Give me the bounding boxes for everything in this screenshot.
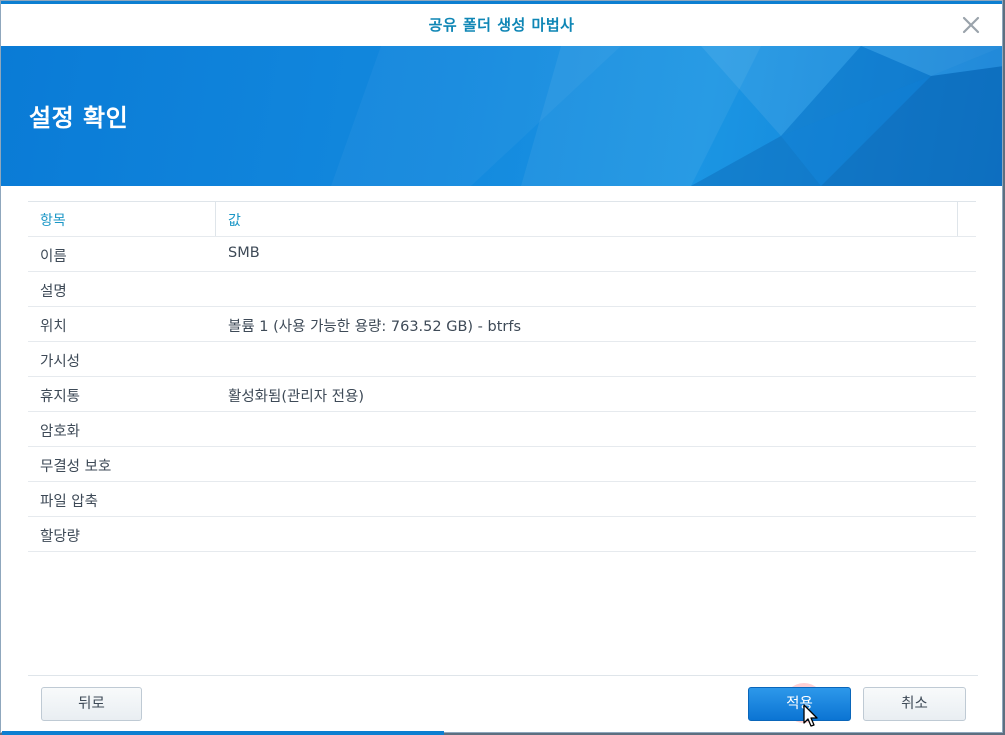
table-row[interactable]: 휴지통 활성화됨(관리자 전용) [28, 377, 976, 412]
close-icon [962, 16, 980, 34]
column-divider[interactable] [957, 202, 958, 236]
row-key: 무결성 보호 [40, 459, 112, 475]
table-row[interactable]: 가시성 [28, 342, 976, 377]
table-row[interactable]: 할당량 [28, 517, 976, 552]
row-key: 가시성 [40, 354, 81, 370]
taskbar-indicator [2, 731, 444, 735]
mouse-pointer-icon [803, 704, 818, 727]
wizard-window: 공유 폴더 생성 마법사 설정 확인 항목 값 이름 SMB 설명 위치 볼륨 … [0, 0, 1003, 733]
row-key: 할당량 [40, 529, 81, 545]
row-key: 파일 압축 [40, 494, 98, 510]
settings-summary-table: 항목 값 이름 SMB 설명 위치 볼륨 1 (사용 가능한 용량: 763.5… [28, 201, 976, 552]
row-value: SMB [228, 245, 260, 261]
window-title: 공유 폴더 생성 마법사 [428, 16, 575, 34]
row-key: 암호화 [40, 424, 81, 440]
close-button[interactable] [960, 14, 982, 36]
row-value: 볼륨 1 (사용 가능한 용량: 763.52 GB) - btrfs [228, 319, 522, 335]
table-row[interactable]: 암호화 [28, 412, 976, 447]
header-banner: 설정 확인 [1, 46, 1002, 186]
table-row[interactable]: 무결성 보호 [28, 447, 976, 482]
row-key: 휴지통 [40, 389, 81, 405]
row-value: 활성화됨(관리자 전용) [228, 389, 364, 405]
column-header-value[interactable]: 값 [228, 210, 241, 230]
step-title: 설정 확인 [29, 104, 129, 132]
table-row[interactable]: 파일 압축 [28, 482, 976, 517]
row-key: 위치 [40, 319, 67, 335]
cancel-button[interactable]: 취소 [863, 687, 966, 721]
column-header-key[interactable]: 항목 [40, 210, 66, 230]
table-row[interactable]: 설명 [28, 272, 976, 307]
row-key: 설명 [40, 284, 67, 300]
footer-divider [28, 675, 978, 676]
column-divider[interactable] [215, 202, 216, 236]
table-row[interactable]: 위치 볼륨 1 (사용 가능한 용량: 763.52 GB) - btrfs [28, 307, 976, 342]
back-button[interactable]: 뒤로 [41, 687, 142, 721]
apply-button[interactable]: 적용 [748, 687, 851, 721]
banner-pattern [331, 46, 1002, 186]
table-header-row: 항목 값 [28, 202, 976, 237]
row-key: 이름 [40, 249, 67, 265]
titlebar: 공유 폴더 생성 마법사 [1, 1, 1002, 46]
table-row[interactable]: 이름 SMB [28, 237, 976, 272]
